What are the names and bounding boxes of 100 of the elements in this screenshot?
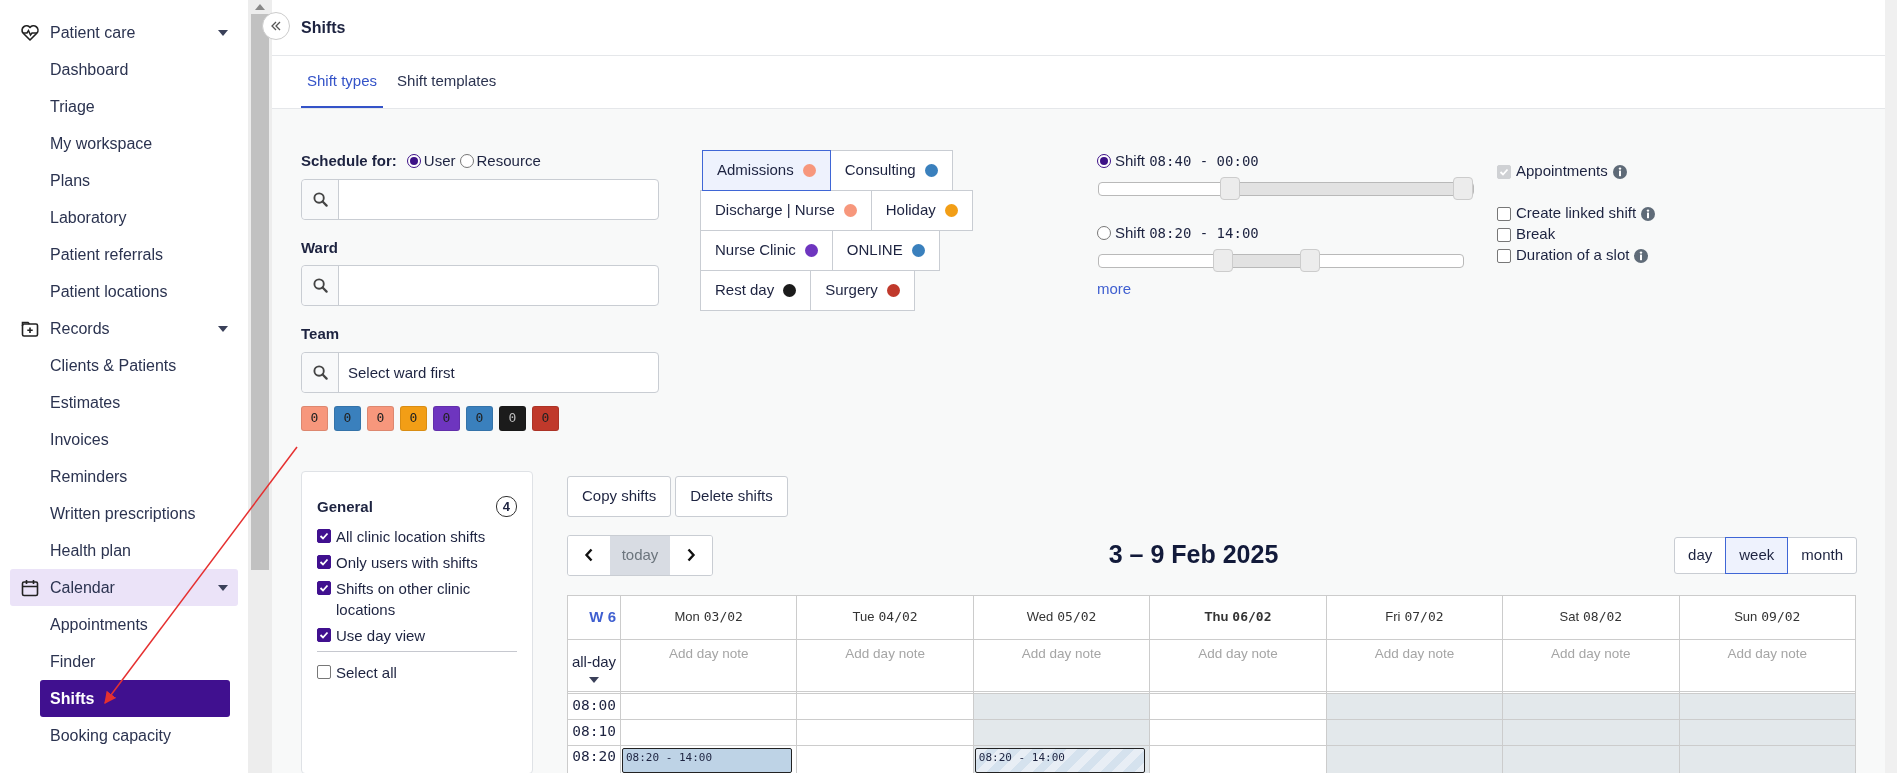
slider-handle[interactable] [1453,177,1473,200]
sidebar-section[interactable]: Patient care [10,14,238,51]
calendar-slot[interactable] [1150,719,1327,746]
calendar-slot[interactable] [1150,693,1327,720]
search-field[interactable] [301,178,659,220]
view-button[interactable]: week [1725,536,1789,574]
checkbox[interactable] [317,665,331,679]
day-header: Wed 05/02 [973,594,1151,640]
sidebar-item[interactable]: Clients & Patients [40,347,230,384]
calendar-slot[interactable] [621,693,798,720]
calendar-slot[interactable] [1326,745,1504,773]
tab[interactable]: Shift types [301,56,384,108]
calendar-slot[interactable] [797,693,974,720]
shift-type-button[interactable]: ONLINE [831,230,940,271]
shift-type-button[interactable]: Admissions [702,150,831,191]
sidebar-item[interactable]: Booking capacity [40,717,230,754]
action-button[interactable]: Copy shifts [567,475,672,517]
double-chevron-left-icon [270,20,282,32]
sidebar-item[interactable]: Health plan [40,532,230,569]
calendar-slot[interactable] [621,719,798,746]
shift-type-button[interactable]: Nurse Clinic [700,230,833,271]
option-label: Create linked shift [1516,203,1637,224]
search-field[interactable]: Select ward first [301,351,659,393]
checkmark-icon [1499,166,1509,177]
range-slider[interactable] [1097,248,1465,273]
sidebar-section[interactable]: Records [10,310,238,347]
sidebar-item[interactable]: Invoices [40,421,230,458]
day-header: Tue 04/02 [797,594,974,640]
calendar-slot[interactable] [1679,719,1856,746]
text-input[interactable]: Select ward first [339,352,658,392]
slider-handle[interactable] [1219,177,1240,200]
calendar-slot[interactable] [1503,693,1680,720]
sidebar-item[interactable]: Patient locations [40,273,230,310]
day-header: Fri 07/02 [1326,594,1504,640]
sidebar-item[interactable]: Triage [40,88,230,125]
shift-type-button[interactable]: Surgery [810,270,915,311]
color-chip[interactable]: 0 [400,405,427,431]
sidebar-item[interactable]: Patient referrals [40,236,230,273]
calendar-slot[interactable] [1503,719,1680,746]
radio-option[interactable]: User [406,150,456,173]
next-button[interactable] [670,535,712,575]
sidebar-item[interactable]: Dashboard [40,51,230,88]
calendar-slot[interactable] [1326,719,1504,746]
color-chip[interactable]: 0 [499,405,526,431]
shift-type-button[interactable]: Holiday [870,190,973,231]
calendar-slot[interactable] [1326,693,1504,720]
sidebar-item[interactable]: Shifts [40,680,230,717]
color-chip[interactable]: 0 [334,405,361,431]
calendar-slot[interactable] [1679,745,1856,773]
tab[interactable]: Shift templates [391,56,503,108]
scrollbar[interactable] [248,0,272,773]
sidebar-item[interactable]: Written prescriptions [40,495,230,532]
checkbox[interactable] [317,555,331,569]
slider-handle[interactable] [1300,248,1321,272]
all-day-toggle[interactable]: all-day [571,651,617,683]
sidebar-item[interactable]: Finder [40,643,230,680]
view-button[interactable]: day [1674,536,1727,574]
radio-button[interactable] [1097,154,1111,169]
checkbox[interactable] [317,628,331,642]
scrollbar[interactable] [1885,0,1897,773]
checkbox[interactable] [1497,206,1511,221]
shift-type-button[interactable]: Rest day [700,270,812,311]
calendar-slot[interactable] [797,719,974,746]
slider-handle[interactable] [1212,248,1233,272]
color-chip[interactable]: 0 [301,405,328,431]
search-field[interactable] [301,265,659,306]
previous-button[interactable] [568,535,610,575]
chevron-left-icon [584,548,594,562]
view-button[interactable]: month [1787,536,1857,574]
radio-option[interactable]: Resource [459,150,541,173]
sidebar-item[interactable]: Estimates [40,384,230,421]
checkbox[interactable] [317,529,331,543]
action-button[interactable]: Delete shifts [675,475,788,517]
caret-icon [218,29,228,36]
color-chip[interactable]: 0 [367,405,394,431]
caret-icon [218,584,228,591]
sidebar-item[interactable]: Appointments [40,606,230,643]
radio-button[interactable] [1097,225,1111,240]
checkbox[interactable] [317,581,331,595]
more-link[interactable]: more [1097,278,1132,301]
shift-type-button[interactable]: Consulting [829,150,953,191]
calendar-slot[interactable] [973,693,1151,720]
sidebar-item[interactable]: Plans [40,162,230,199]
checkbox[interactable] [1497,227,1511,242]
color-chip[interactable]: 0 [466,405,493,431]
sidebar-item[interactable]: My workspace [40,125,230,162]
sidebar-section[interactable]: Calendar [10,569,238,606]
calendar-slot[interactable] [973,719,1151,746]
shift-event[interactable]: 08:20 - 14:00 [974,747,1146,773]
today-button[interactable]: today [610,535,670,575]
range-slider[interactable] [1097,176,1475,202]
sidebar-item[interactable]: Laboratory [40,199,230,236]
shift-type-button[interactable]: Discharge | Nurse [700,190,872,231]
sidebar-item[interactable]: Reminders [40,458,230,495]
calendar-slot[interactable] [1679,693,1856,720]
option-label: Break [1516,224,1556,245]
shift-event[interactable]: 08:20 - 14:00 [622,747,793,773]
calendar-slot[interactable] [1503,745,1680,773]
checkbox-label: Select all [336,663,397,683]
checkbox[interactable] [1497,248,1511,263]
